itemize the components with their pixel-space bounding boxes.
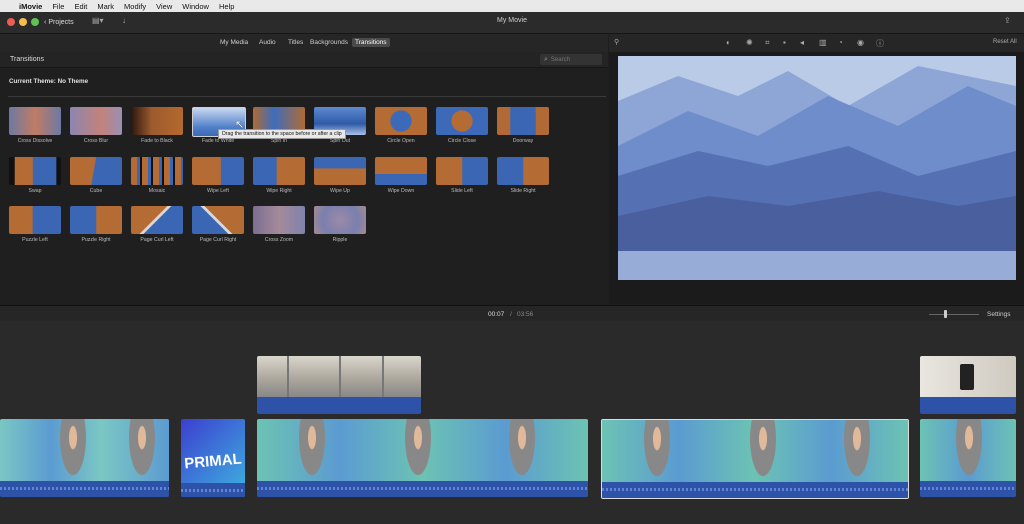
total-time: 03:56 — [517, 311, 534, 318]
transition-thumb-wipe-up[interactable] — [314, 157, 366, 185]
divider — [8, 96, 606, 97]
transition-thumb-doorway[interactable] — [497, 107, 549, 135]
cutaway-clip[interactable] — [920, 356, 1016, 414]
menu-bar: iMovie File Edit Mark Modify View Window… — [0, 0, 1024, 12]
browser-tabs-bar: My Media Audio Titles Backgrounds Transi… — [0, 34, 608, 52]
menu-app-name[interactable]: iMovie — [19, 2, 42, 11]
menu-mark[interactable]: Mark — [97, 2, 114, 11]
transition-label: Cross Zoom — [264, 237, 294, 243]
menu-help[interactable]: Help — [219, 2, 234, 11]
transition-label: Wipe Right — [266, 188, 292, 194]
menu-file[interactable]: File — [52, 2, 64, 11]
menu-view[interactable]: View — [156, 2, 172, 11]
transition-label: Slide Left — [451, 188, 473, 194]
transition-thumb-page-curl-right[interactable] — [192, 206, 244, 234]
menu-window[interactable]: Window — [182, 2, 209, 11]
transition-label: Doorway — [512, 138, 534, 144]
title-bar: ‹ Projects ▤▾ ↓ My Movie ⇪ — [0, 12, 1024, 34]
magic-wand-icon[interactable]: ⚲ — [614, 38, 619, 46]
transition-label: Circle Open — [387, 138, 415, 144]
stabilization-icon[interactable]: ▪ — [783, 38, 786, 47]
title-clip-text: PRIMAL — [183, 450, 243, 473]
cutaway-clip[interactable] — [257, 356, 421, 414]
transition-thumb-circle-close[interactable] — [436, 107, 488, 135]
transition-label: Mosaic — [148, 188, 166, 194]
current-time: 00:07 — [488, 311, 505, 318]
clip-filter-icon[interactable]: ◉ — [857, 38, 864, 47]
transition-thumb-wipe-right[interactable] — [253, 157, 305, 185]
viewer-toolbar: ⚲ ◐ ✺ ⌗ ▪ ◂ ▥ ◔ ◉ ⓘ Reset All — [609, 34, 1024, 52]
video-clip[interactable] — [257, 419, 588, 497]
color-balance-icon[interactable]: ◐ — [726, 38, 731, 47]
speed-icon[interactable]: ◔ — [838, 38, 843, 47]
transition-thumb-fade-to-black[interactable] — [131, 107, 183, 135]
transition-label: Circle Close — [448, 138, 476, 144]
menu-modify[interactable]: Modify — [124, 2, 146, 11]
settings-button[interactable]: Settings — [987, 311, 1011, 318]
tab-backgrounds[interactable]: Backgrounds — [310, 39, 348, 46]
transition-thumb-swap[interactable] — [9, 157, 61, 185]
transition-thumb-puzzle-right[interactable] — [70, 206, 122, 234]
share-icon[interactable]: ⇪ — [1004, 16, 1011, 25]
transition-thumb-circle-open[interactable] — [375, 107, 427, 135]
info-icon[interactable]: ⓘ — [876, 38, 884, 49]
reset-all-button[interactable]: Reset All — [993, 39, 1017, 45]
tab-my-media[interactable]: My Media — [220, 39, 248, 46]
transition-label: Cube — [89, 188, 103, 194]
transition-thumb-mosaic[interactable] — [131, 157, 183, 185]
mouse-cursor-icon: ↖ — [235, 119, 245, 131]
tab-transitions[interactable]: Transitions — [352, 38, 390, 47]
transition-label: Wipe Down — [387, 188, 415, 194]
zoom-slider[interactable] — [929, 314, 979, 315]
video-clip[interactable] — [0, 419, 169, 497]
transition-label: Slide Right — [510, 188, 536, 194]
transition-thumb-cube[interactable] — [70, 157, 122, 185]
transition-thumb-puzzle-left[interactable] — [9, 206, 61, 234]
volume-icon[interactable]: ◂ — [800, 38, 804, 47]
noise-reduction-icon[interactable]: ▥ — [819, 38, 827, 47]
transition-label: Puzzle Left — [22, 237, 48, 243]
transition-thumb-cross-blur[interactable] — [70, 107, 122, 135]
transitions-header: Transitions — [0, 52, 608, 68]
transition-thumb-page-curl-left[interactable] — [131, 206, 183, 234]
transition-thumb-slide-right[interactable] — [497, 157, 549, 185]
transition-thumb-slide-left[interactable] — [436, 157, 488, 185]
tab-titles[interactable]: Titles — [288, 39, 303, 46]
transition-label: Page Curl Right — [199, 237, 237, 243]
timeline-header: 00:07 / 03:56 Settings — [0, 305, 1024, 322]
color-correction-icon[interactable]: ✺ — [746, 38, 753, 47]
transition-label: Wipe Up — [330, 188, 350, 194]
transition-thumb-wipe-left[interactable] — [192, 157, 244, 185]
transition-label: Fade to Black — [141, 138, 173, 144]
transition-label: Puzzle Right — [81, 237, 111, 243]
transition-thumb-cross-dissolve[interactable] — [9, 107, 61, 135]
current-theme-label: Current Theme: No Theme — [9, 78, 89, 85]
search-icon: ⌕ — [544, 55, 548, 63]
video-clip[interactable] — [920, 419, 1016, 497]
crop-icon[interactable]: ⌗ — [765, 38, 770, 48]
transitions-title: Transitions — [10, 56, 44, 63]
transition-label: Wipe Left — [207, 188, 229, 194]
menu-edit[interactable]: Edit — [74, 2, 87, 11]
transition-label: Ripple — [332, 237, 348, 243]
transition-label: Cross Dissolve — [17, 138, 53, 144]
search-field[interactable]: ⌕ Search — [540, 54, 602, 65]
video-clip-selected[interactable] — [601, 419, 909, 499]
zoom-slider-handle[interactable] — [944, 310, 947, 318]
window-title: My Movie — [497, 17, 527, 24]
transition-label: Page Curl Left — [140, 237, 174, 243]
transition-thumb-wipe-down[interactable] — [375, 157, 427, 185]
transition-thumb-ripple[interactable] — [314, 206, 366, 234]
search-placeholder: Search — [550, 56, 570, 63]
time-separator: / — [510, 311, 512, 318]
transition-thumb-cross-zoom[interactable] — [253, 206, 305, 234]
title-clip[interactable]: PRIMAL — [181, 419, 245, 497]
transition-label: Swap — [28, 188, 42, 194]
transition-label: Cross Blur — [83, 138, 109, 144]
tab-audio[interactable]: Audio — [259, 39, 276, 46]
viewer-panel — [609, 52, 1024, 304]
video-preview — [618, 56, 1016, 280]
